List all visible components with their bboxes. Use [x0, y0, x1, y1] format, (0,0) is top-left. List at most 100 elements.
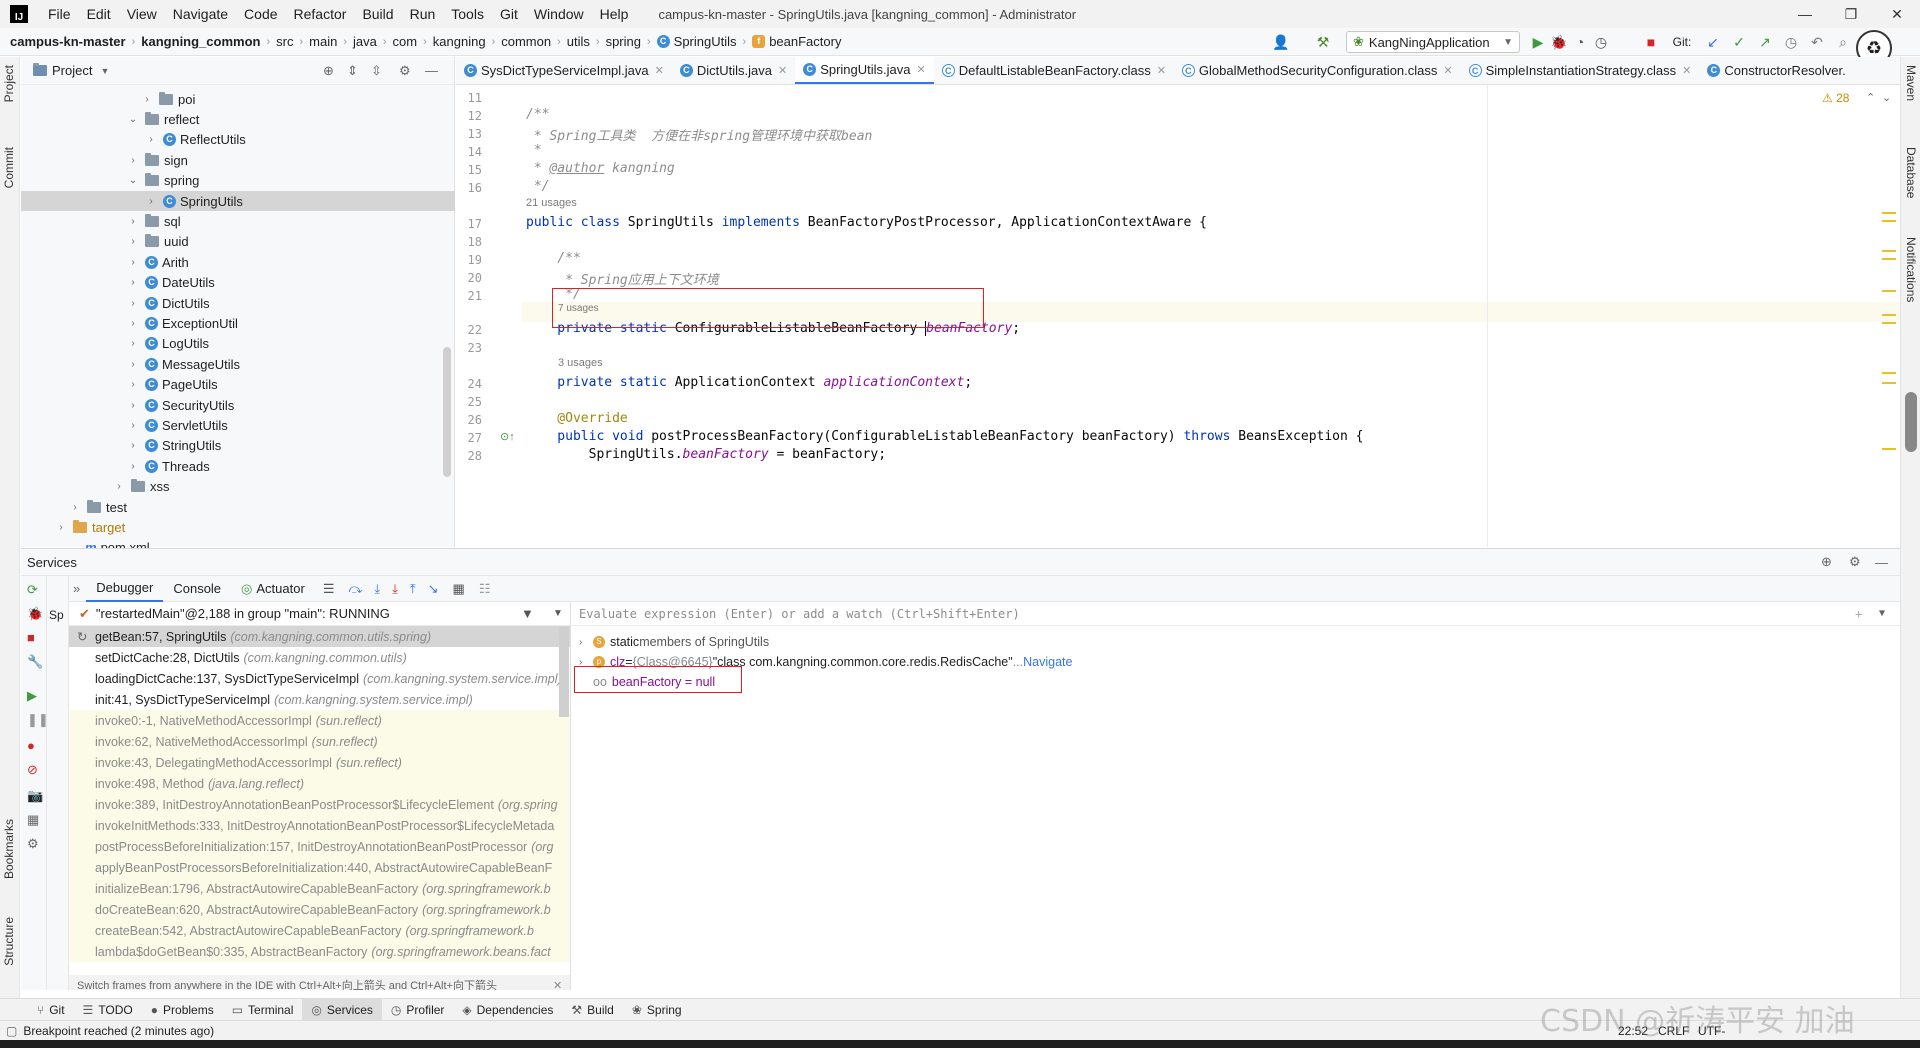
tool-tab-profiler[interactable]: ◷ Profiler — [382, 999, 454, 1021]
breadcrumb-item[interactable]: C SpringUtils — [656, 34, 737, 49]
stack-frame[interactable]: invoke:498, Method (java.lang.reflect) — [69, 773, 570, 794]
error-stripe-marker[interactable] — [1882, 258, 1896, 260]
menu-run[interactable]: Run — [402, 6, 444, 22]
static-members-row[interactable]: › S static members of SpringUtils — [579, 632, 769, 652]
stack-frame[interactable]: applyBeanPostProcessorsBeforeInitializat… — [69, 857, 570, 878]
tree-scrollbar[interactable] — [443, 347, 451, 477]
tree-item-stringutils[interactable]: › C StringUtils — [21, 436, 455, 456]
navigate-link[interactable]: Navigate — [1023, 655, 1072, 669]
commit-tool-button[interactable]: Commit — [2, 147, 16, 188]
pause-icon[interactable]: ❚❚ — [27, 712, 49, 728]
rollback-icon[interactable]: ↶ — [1806, 31, 1828, 53]
chevron-right-icon[interactable]: › — [55, 522, 67, 533]
menu-edit[interactable]: Edit — [79, 6, 119, 22]
hammer-icon[interactable]: ⚒ — [1312, 31, 1334, 53]
thread-selector[interactable]: ✔ "restartedMain"@2,188 in group "main":… — [69, 602, 570, 626]
line-number[interactable]: 28 — [456, 449, 482, 463]
editor-tab[interactable]: C DefaultListableBeanFactory.class ✕ — [934, 57, 1174, 84]
maven-tool-button[interactable]: Maven — [1904, 65, 1918, 101]
tree-item-logutils[interactable]: › C LogUtils — [21, 334, 455, 354]
tree-item-securityutils[interactable]: › C SecurityUtils — [21, 395, 455, 415]
error-stripe-marker[interactable] — [1882, 290, 1896, 292]
run-icon[interactable]: ▶ — [1527, 31, 1549, 53]
editor-tab[interactable]: C ConstructorResolver. — [1699, 57, 1853, 84]
breadcrumb-item[interactable]: campus-kn-master — [10, 34, 126, 49]
camera-icon[interactable]: 📷 — [27, 788, 43, 804]
gear-icon[interactable]: ⚙ — [1849, 554, 1861, 570]
chevron-down-icon[interactable]: ▼ — [100, 66, 109, 76]
close-icon[interactable]: ✕ — [1874, 0, 1920, 28]
chevron-right-icon[interactable]: › — [127, 277, 139, 288]
git-commit-icon[interactable]: ✓ — [1728, 31, 1750, 53]
stack-frame[interactable]: doCreateBean:620, AbstractAutowireCapabl… — [69, 899, 570, 920]
chevron-right-icon[interactable]: › — [127, 379, 139, 390]
chevron-right-icon[interactable]: › — [69, 502, 81, 513]
tree-item-dateutils[interactable]: › C DateUtils — [21, 273, 455, 293]
chevron-down-icon[interactable]: ⌄ — [127, 175, 139, 186]
tool-tab-git[interactable]: ⑂ Git — [28, 999, 74, 1021]
panel-toggle-icon[interactable]: ▢ — [6, 1024, 17, 1038]
add-watch-icon[interactable]: + — [1855, 607, 1862, 621]
layout-icon[interactable]: ▦ — [27, 812, 39, 828]
applicationcontext-usages-hint[interactable]: 3 usages — [558, 357, 603, 369]
tool-tab-terminal[interactable]: ▭ Terminal — [223, 999, 303, 1021]
chevron-right-icon[interactable]: › — [113, 481, 125, 492]
menu-icon[interactable]: ☰ — [323, 581, 335, 597]
add-service-icon[interactable]: ⊕ — [1821, 554, 1832, 570]
tool-tab-todo[interactable]: ☰ TODO — [74, 999, 142, 1021]
user-icon[interactable]: 👤 — [1270, 31, 1292, 53]
menu-tools[interactable]: Tools — [443, 6, 492, 22]
stop-icon[interactable]: ■ — [1640, 31, 1662, 53]
tree-item-sql[interactable]: › sql — [21, 211, 455, 231]
editor-tab[interactable]: C SpringUtils.java ✕ — [795, 57, 934, 84]
chevron-down-icon[interactable]: ▼ — [553, 608, 563, 619]
evaluate-icon[interactable]: ▦ — [453, 581, 465, 597]
class-usages-hint[interactable]: 21 usages — [526, 197, 577, 209]
mute-breakpoints-icon[interactable]: ⊘ — [27, 762, 38, 778]
editor-tab[interactable]: C DictUtils.java ✕ — [672, 57, 795, 84]
maximize-icon[interactable]: ❐ — [1828, 0, 1874, 28]
minimize-icon[interactable]: — — [1782, 0, 1828, 28]
chevron-down-icon[interactable]: ▼ — [1879, 608, 1885, 619]
git-push-icon[interactable]: ↗ — [1754, 31, 1776, 53]
chevron-right-icon[interactable]: › — [127, 461, 139, 472]
error-stripe-marker[interactable] — [1882, 250, 1896, 252]
chevron-right-icon[interactable]: › — [127, 236, 139, 247]
stack-frame[interactable]: setDictCache:28, DictUtils (com.kangning.… — [69, 647, 570, 668]
chevron-right-icon[interactable]: › — [579, 637, 593, 648]
stack-frame[interactable]: initializeBean:1796, AbstractAutowireCap… — [69, 878, 570, 899]
stack-frame[interactable]: invoke0:-1, NativeMethodAccessorImpl (sun… — [69, 710, 570, 731]
breakpoints-icon[interactable]: ● — [27, 738, 35, 753]
line-number[interactable]: 23 — [456, 341, 482, 355]
tree-item-target[interactable]: › target — [21, 517, 455, 537]
menu-code[interactable]: Code — [236, 6, 285, 22]
tree-item-sign[interactable]: › sign — [21, 150, 455, 170]
line-number[interactable]: 22 — [456, 323, 482, 337]
breadcrumb-item[interactable]: spring — [606, 34, 641, 49]
code-editor[interactable]: 11 12 13 14 15 16 17 18 19 20 21 22 23 24 25 26 27 28 /**… — [456, 85, 1900, 547]
chevron-right-icon[interactable]: › — [127, 440, 139, 451]
menu-window[interactable]: Window — [526, 6, 592, 22]
chevron-up-icon[interactable]: ⌃ — [1866, 91, 1875, 104]
close-tab-icon[interactable]: ✕ — [1443, 64, 1452, 77]
close-tab-icon[interactable]: ✕ — [655, 64, 664, 77]
chevron-right-icon[interactable]: › — [127, 359, 139, 370]
line-number[interactable]: 26 — [456, 413, 482, 427]
line-number[interactable]: 27 — [456, 431, 482, 445]
tool-tab-services[interactable]: ◎ Services — [302, 998, 382, 1021]
stack-frame[interactable]: postProcessBeforeInitialization:157, Ini… — [69, 836, 570, 857]
line-number[interactable]: 16 — [456, 181, 482, 195]
tree-item-dictutils[interactable]: › C DictUtils — [21, 293, 455, 313]
structure-tool-button[interactable]: Structure — [2, 917, 16, 966]
line-number[interactable]: 19 — [456, 253, 482, 267]
breadcrumb-item[interactable]: utils — [567, 34, 590, 49]
error-stripe-marker[interactable] — [1882, 314, 1896, 316]
error-stripe-marker[interactable] — [1882, 220, 1896, 222]
chevron-right-icon[interactable]: › — [127, 155, 139, 166]
editor-tab[interactable]: C SimpleInstantiationStrategy.class ✕ — [1461, 57, 1700, 84]
breadcrumb-item[interactable]: common — [501, 34, 551, 49]
tab-actuator[interactable]: ◎ Actuator — [231, 576, 315, 602]
breadcrumb-item[interactable]: f beanFactory — [752, 34, 841, 49]
editor-tab[interactable]: C GlobalMethodSecurityConfiguration.class… — [1174, 57, 1461, 84]
scroll-handle[interactable] — [1905, 392, 1917, 452]
